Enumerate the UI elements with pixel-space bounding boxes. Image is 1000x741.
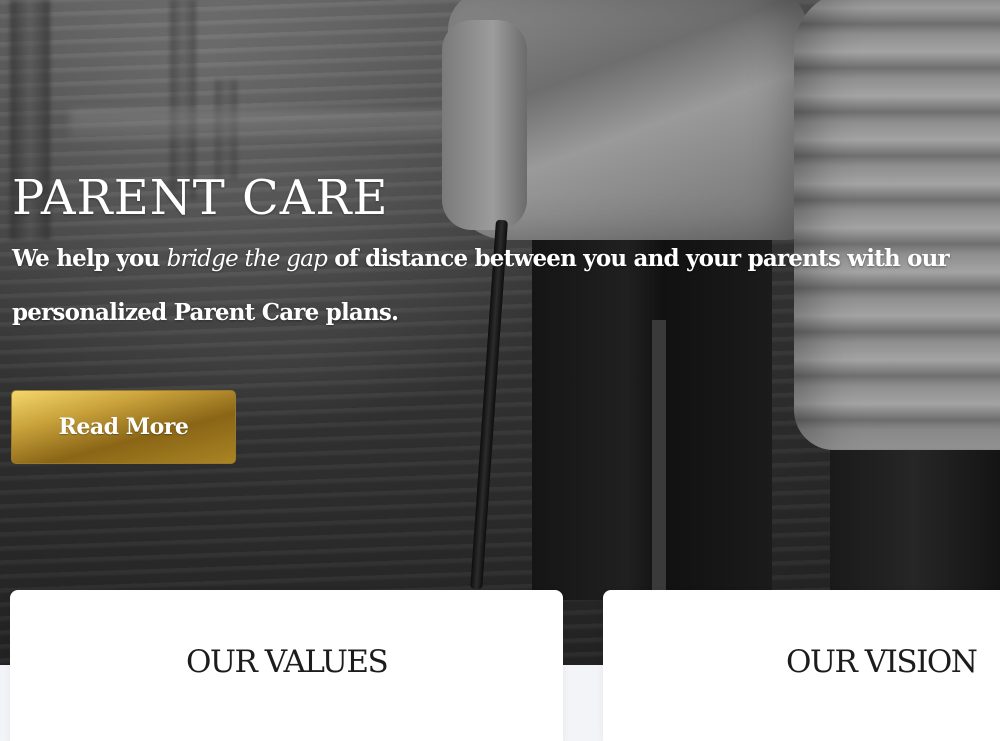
hero-subtitle-start: We help you xyxy=(12,245,167,272)
legs-gap xyxy=(652,320,666,600)
hero-subtitle: We help you bridge the gap of distance b… xyxy=(12,232,1000,340)
our-vision-card[interactable]: OUR VISION xyxy=(603,590,1000,741)
our-values-title: OUR VALUES xyxy=(186,644,389,680)
page: PARENT CARE We help you bridge the gap o… xyxy=(0,0,1000,741)
our-values-card[interactable]: OUR VALUES xyxy=(10,590,563,741)
hero-title: PARENT CARE xyxy=(12,170,389,226)
background-bench xyxy=(70,110,450,140)
our-vision-title: OUR VISION xyxy=(786,644,978,680)
hero-subtitle-emphasis: bridge the gap xyxy=(166,246,328,272)
read-more-button[interactable]: Read More xyxy=(11,390,236,464)
hero-content: PARENT CARE We help you bridge the gap o… xyxy=(12,168,1000,340)
